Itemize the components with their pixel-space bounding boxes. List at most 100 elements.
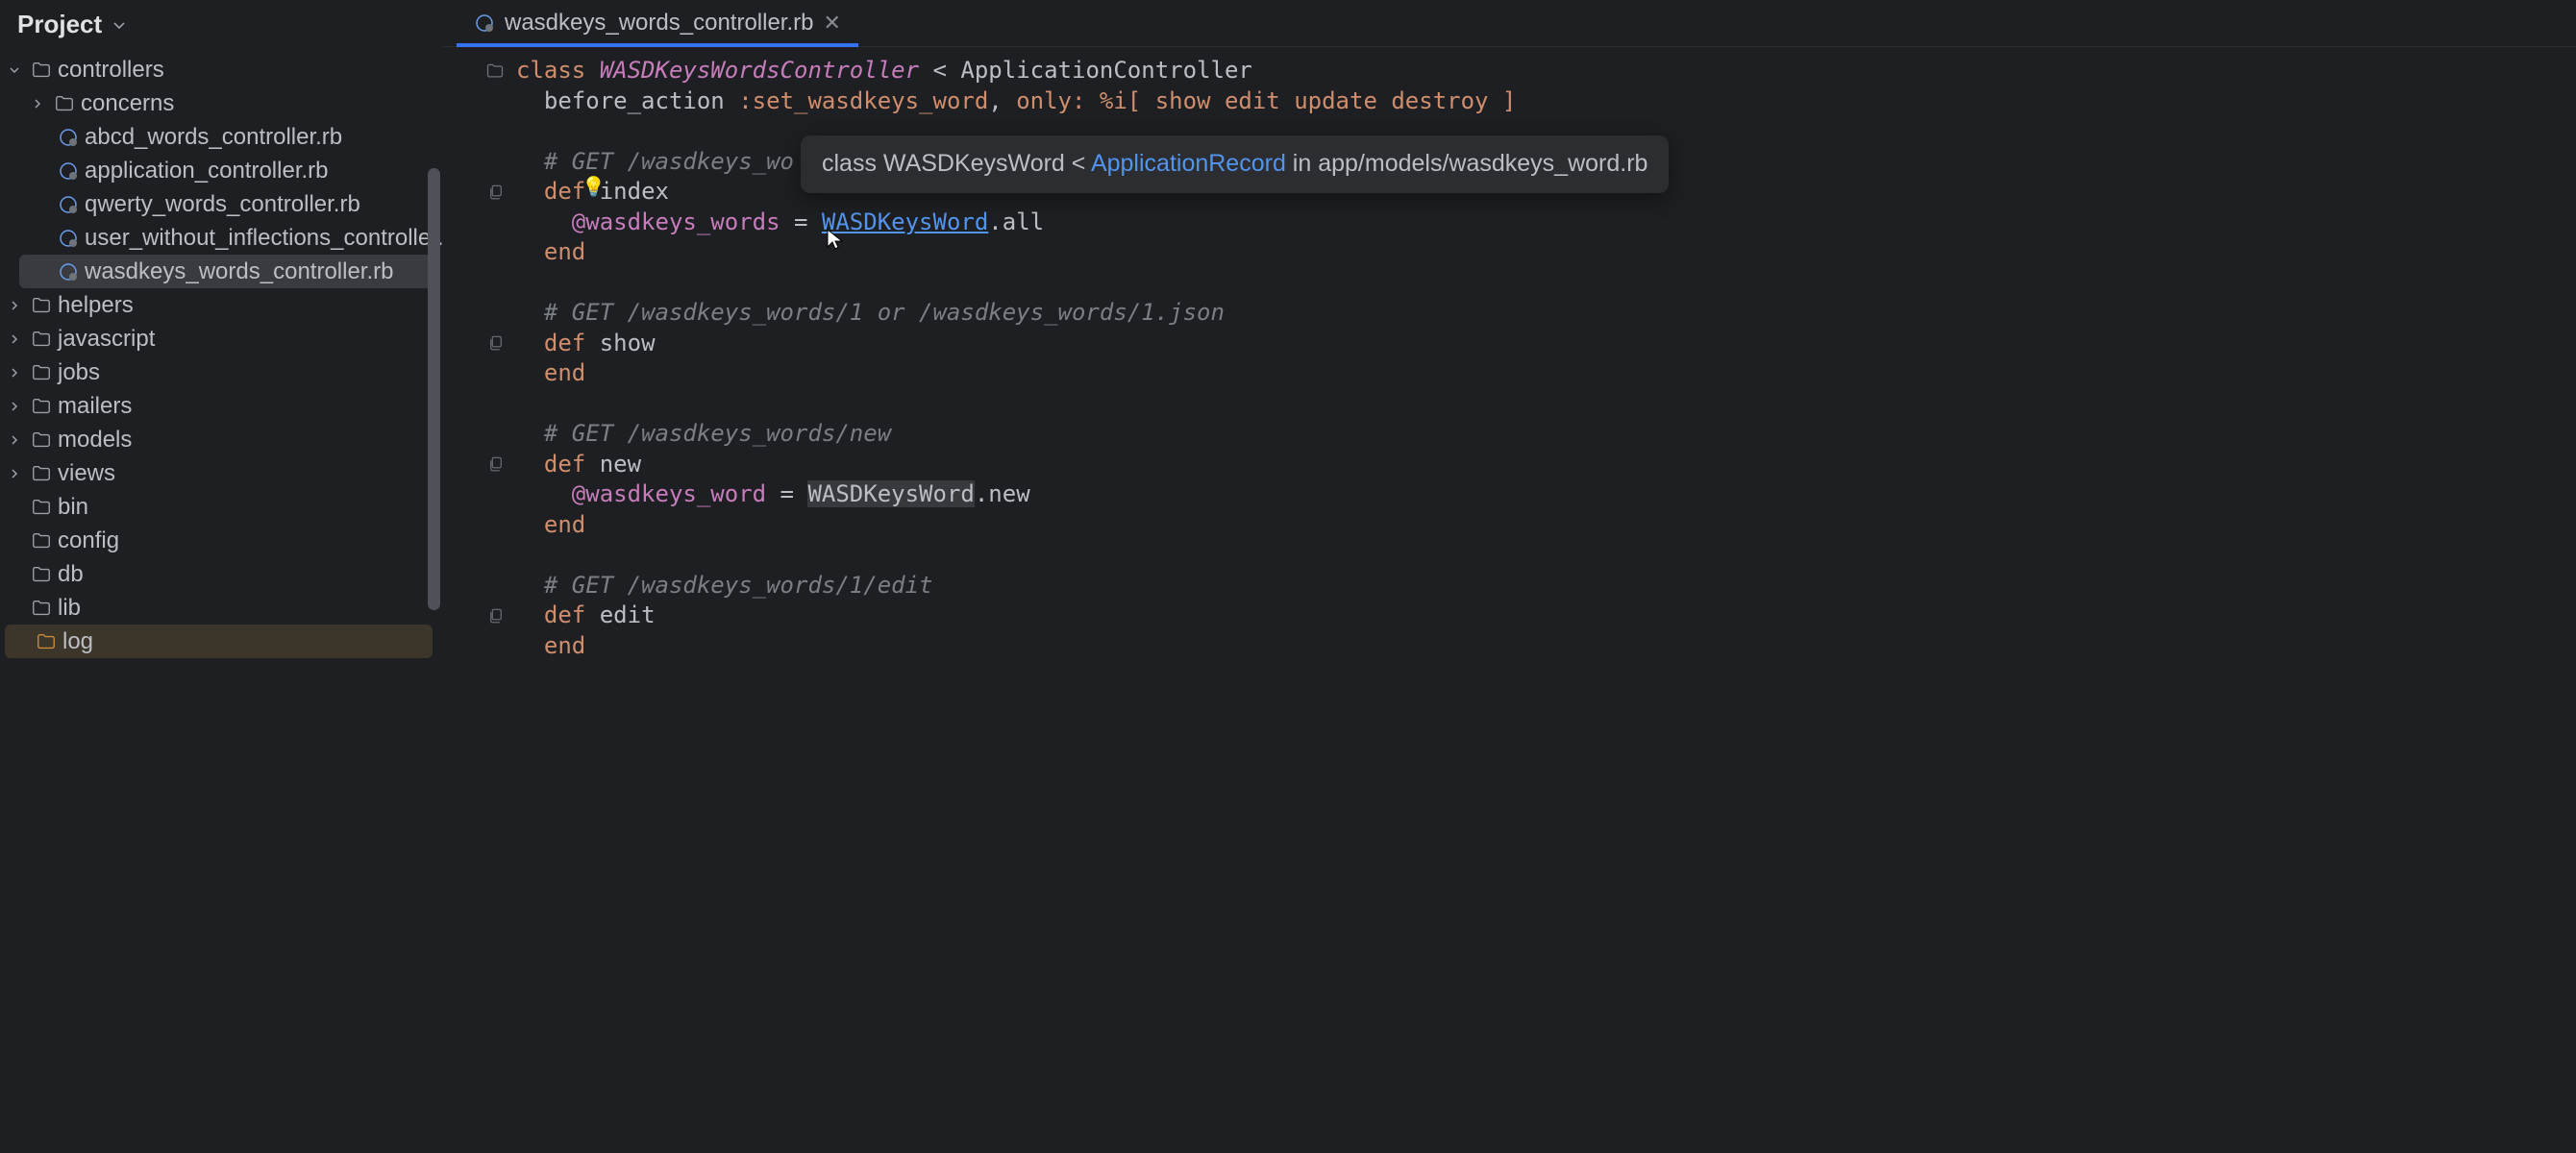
symbol: :set_wasdkeys_word <box>738 87 988 114</box>
tree-label: user_without_inflections_controller.rb <box>85 225 442 252</box>
expand-arrow-icon[interactable] <box>31 97 48 110</box>
folder-icon <box>31 60 52 81</box>
constant-link[interactable]: WASDKeysWord <box>822 209 988 235</box>
method-call: before_action <box>544 87 725 114</box>
folder-icon <box>31 497 52 518</box>
lightbulb-icon[interactable]: 💡 <box>582 172 606 203</box>
operator: < <box>933 57 947 84</box>
tree-folder[interactable]: bin <box>0 490 442 524</box>
gutter-copy-icon[interactable] <box>443 329 516 359</box>
comment: # GET /wasdkeys_words/1 or /wasdkeys_wor… <box>544 299 1225 326</box>
gutter-folder-icon[interactable] <box>443 56 516 86</box>
keyword: def <box>544 451 585 478</box>
sidebar-title: Project <box>17 10 102 39</box>
expand-arrow-icon[interactable] <box>8 332 25 346</box>
ruby-file-icon <box>474 12 495 34</box>
operator: = <box>780 480 794 507</box>
ruby-file-icon <box>58 261 79 282</box>
keyword: def <box>544 178 585 205</box>
code-editor[interactable]: class WASDKeysWordsController < Applicat… <box>516 47 2576 1153</box>
tree-folder[interactable]: models <box>0 423 442 456</box>
tree-file-selected[interactable]: wasdkeys_words_controller.rb <box>19 255 433 288</box>
expand-arrow-icon[interactable] <box>8 366 25 380</box>
tree-folder[interactable]: javascript <box>0 322 442 356</box>
expand-arrow-icon[interactable] <box>8 433 25 447</box>
method-call: .new <box>975 480 1030 507</box>
folder-icon <box>31 329 52 350</box>
keyword: class <box>516 57 585 84</box>
operator: = <box>794 209 807 235</box>
tree-label: controllers <box>58 57 164 84</box>
keyword: end <box>544 511 585 538</box>
folder-icon <box>31 463 52 484</box>
tree-file[interactable]: application_controller.rb <box>0 154 442 187</box>
expand-arrow-icon[interactable] <box>8 400 25 413</box>
method-name: edit <box>600 601 656 628</box>
tree-file[interactable]: abcd_words_controller.rb <box>0 120 442 154</box>
chevron-down-icon <box>111 17 127 33</box>
gutter-copy-icon[interactable] <box>443 177 516 208</box>
tree-label: bin <box>58 494 88 521</box>
constant: ApplicationController <box>960 57 1251 84</box>
method-name: index <box>600 178 669 205</box>
tree-label: javascript <box>58 326 155 353</box>
folder-icon <box>31 295 52 316</box>
folder-icon <box>54 93 75 114</box>
tree-folder-concerns[interactable]: concerns <box>0 86 442 120</box>
keyword: end <box>544 632 585 659</box>
editor-tab[interactable]: wasdkeys_words_controller.rb ✕ <box>457 0 858 46</box>
tree-folder[interactable]: lib <box>0 591 442 625</box>
ruby-file-icon <box>58 194 79 215</box>
tree-file[interactable]: user_without_inflections_controller.rb <box>0 221 442 255</box>
gutter-copy-icon[interactable] <box>443 450 516 480</box>
comment: # GET /wasdkeys_wo <box>544 148 794 175</box>
expand-arrow-icon[interactable] <box>8 467 25 480</box>
tree-label: models <box>58 427 132 454</box>
tree-folder[interactable]: mailers <box>0 389 442 423</box>
tree-label: qwerty_words_controller.rb <box>85 191 360 218</box>
ruby-file-icon <box>58 228 79 249</box>
tree-folder[interactable]: views <box>0 456 442 490</box>
tree-label: views <box>58 460 115 487</box>
ruby-file-icon <box>58 127 79 148</box>
folder-icon <box>31 362 52 383</box>
ruby-file-icon <box>58 160 79 182</box>
tree-folder[interactable]: config <box>0 524 442 557</box>
tree-label: mailers <box>58 393 132 420</box>
tree-folder[interactable]: db <box>0 557 442 591</box>
scrollbar-thumb[interactable] <box>428 168 440 610</box>
comment: # GET /wasdkeys_words/new <box>544 420 891 447</box>
folder-icon <box>31 564 52 585</box>
tree-label: config <box>58 527 119 554</box>
tree-label: db <box>58 561 84 588</box>
tree-folder[interactable]: helpers <box>0 288 442 322</box>
folder-icon <box>31 598 52 619</box>
keyword: end <box>544 238 585 265</box>
keyword: end <box>544 359 585 386</box>
expand-arrow-icon[interactable] <box>8 299 25 312</box>
close-icon[interactable]: ✕ <box>823 11 840 36</box>
tree-label: concerns <box>81 90 174 117</box>
project-tree[interactable]: controllers concerns abcd_words_controll… <box>0 53 442 1153</box>
sidebar-header[interactable]: Project <box>0 0 442 53</box>
tree-label: jobs <box>58 359 100 386</box>
tree-label: abcd_words_controller.rb <box>85 124 342 151</box>
instance-var: @wasdkeys_words <box>572 209 780 235</box>
tooltip-link[interactable]: ApplicationRecord <box>1091 150 1286 177</box>
instance-var: @wasdkeys_word <box>572 480 766 507</box>
tree-folder-log[interactable]: log <box>5 625 433 658</box>
tree-label: log <box>62 628 93 655</box>
punct: , <box>988 87 1002 114</box>
tree-label: wasdkeys_words_controller.rb <box>85 258 393 285</box>
tree-label: helpers <box>58 292 134 319</box>
comment: # GET /wasdkeys_words/1/edit <box>544 572 933 599</box>
tree-label: application_controller.rb <box>85 158 329 184</box>
tab-bar: wasdkeys_words_controller.rb ✕ <box>443 0 2576 47</box>
editor-body[interactable]: class WASDKeysWordsController < Applicat… <box>443 47 2576 1153</box>
tree-folder[interactable]: jobs <box>0 356 442 389</box>
tree-file[interactable]: qwerty_words_controller.rb <box>0 187 442 221</box>
gutter-copy-icon[interactable] <box>443 601 516 631</box>
tree-folder-controllers[interactable]: controllers <box>0 53 442 86</box>
expand-arrow-icon[interactable] <box>8 63 25 77</box>
project-sidebar: Project controllers concerns <box>0 0 442 1153</box>
